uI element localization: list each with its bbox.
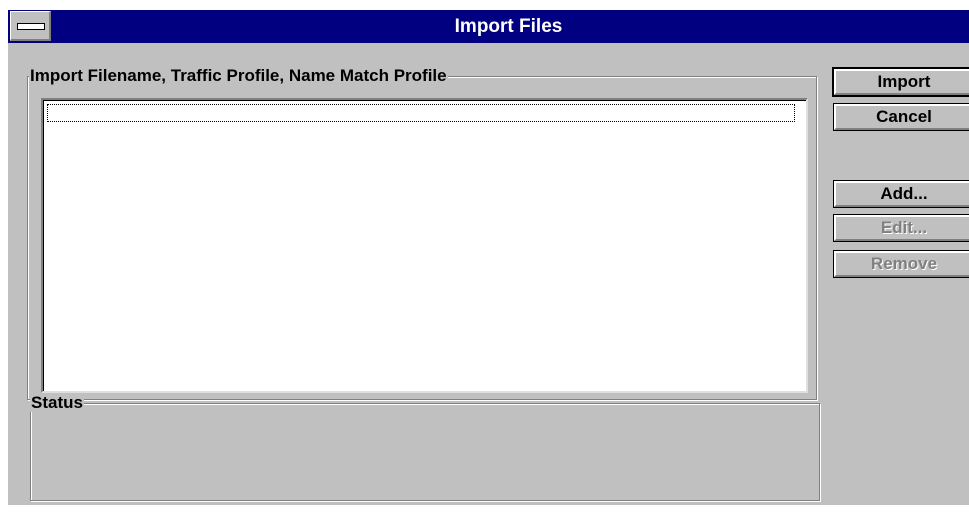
title-bar: Import Files	[8, 10, 969, 43]
import-file-list[interactable]	[41, 98, 808, 393]
system-menu-icon[interactable]	[10, 11, 51, 41]
import-files-dialog: Import Files Import Filename, Traffic Pr…	[8, 10, 969, 505]
edit-button[interactable]: Edit...	[833, 214, 969, 242]
import-button[interactable]: Import	[832, 67, 969, 97]
cancel-button[interactable]: Cancel	[833, 103, 969, 131]
list-focus-row[interactable]	[47, 104, 795, 122]
status-group-label: Status	[30, 393, 84, 412]
import-group-label: Import Filename, Traffic Profile, Name M…	[29, 66, 448, 85]
window-title: Import Files	[454, 16, 563, 37]
import-file-list-inner	[43, 100, 806, 391]
add-button[interactable]: Add...	[833, 180, 969, 208]
status-text	[38, 420, 808, 490]
remove-button[interactable]: Remove	[833, 250, 969, 278]
system-menu-bar-glyph	[17, 23, 45, 30]
